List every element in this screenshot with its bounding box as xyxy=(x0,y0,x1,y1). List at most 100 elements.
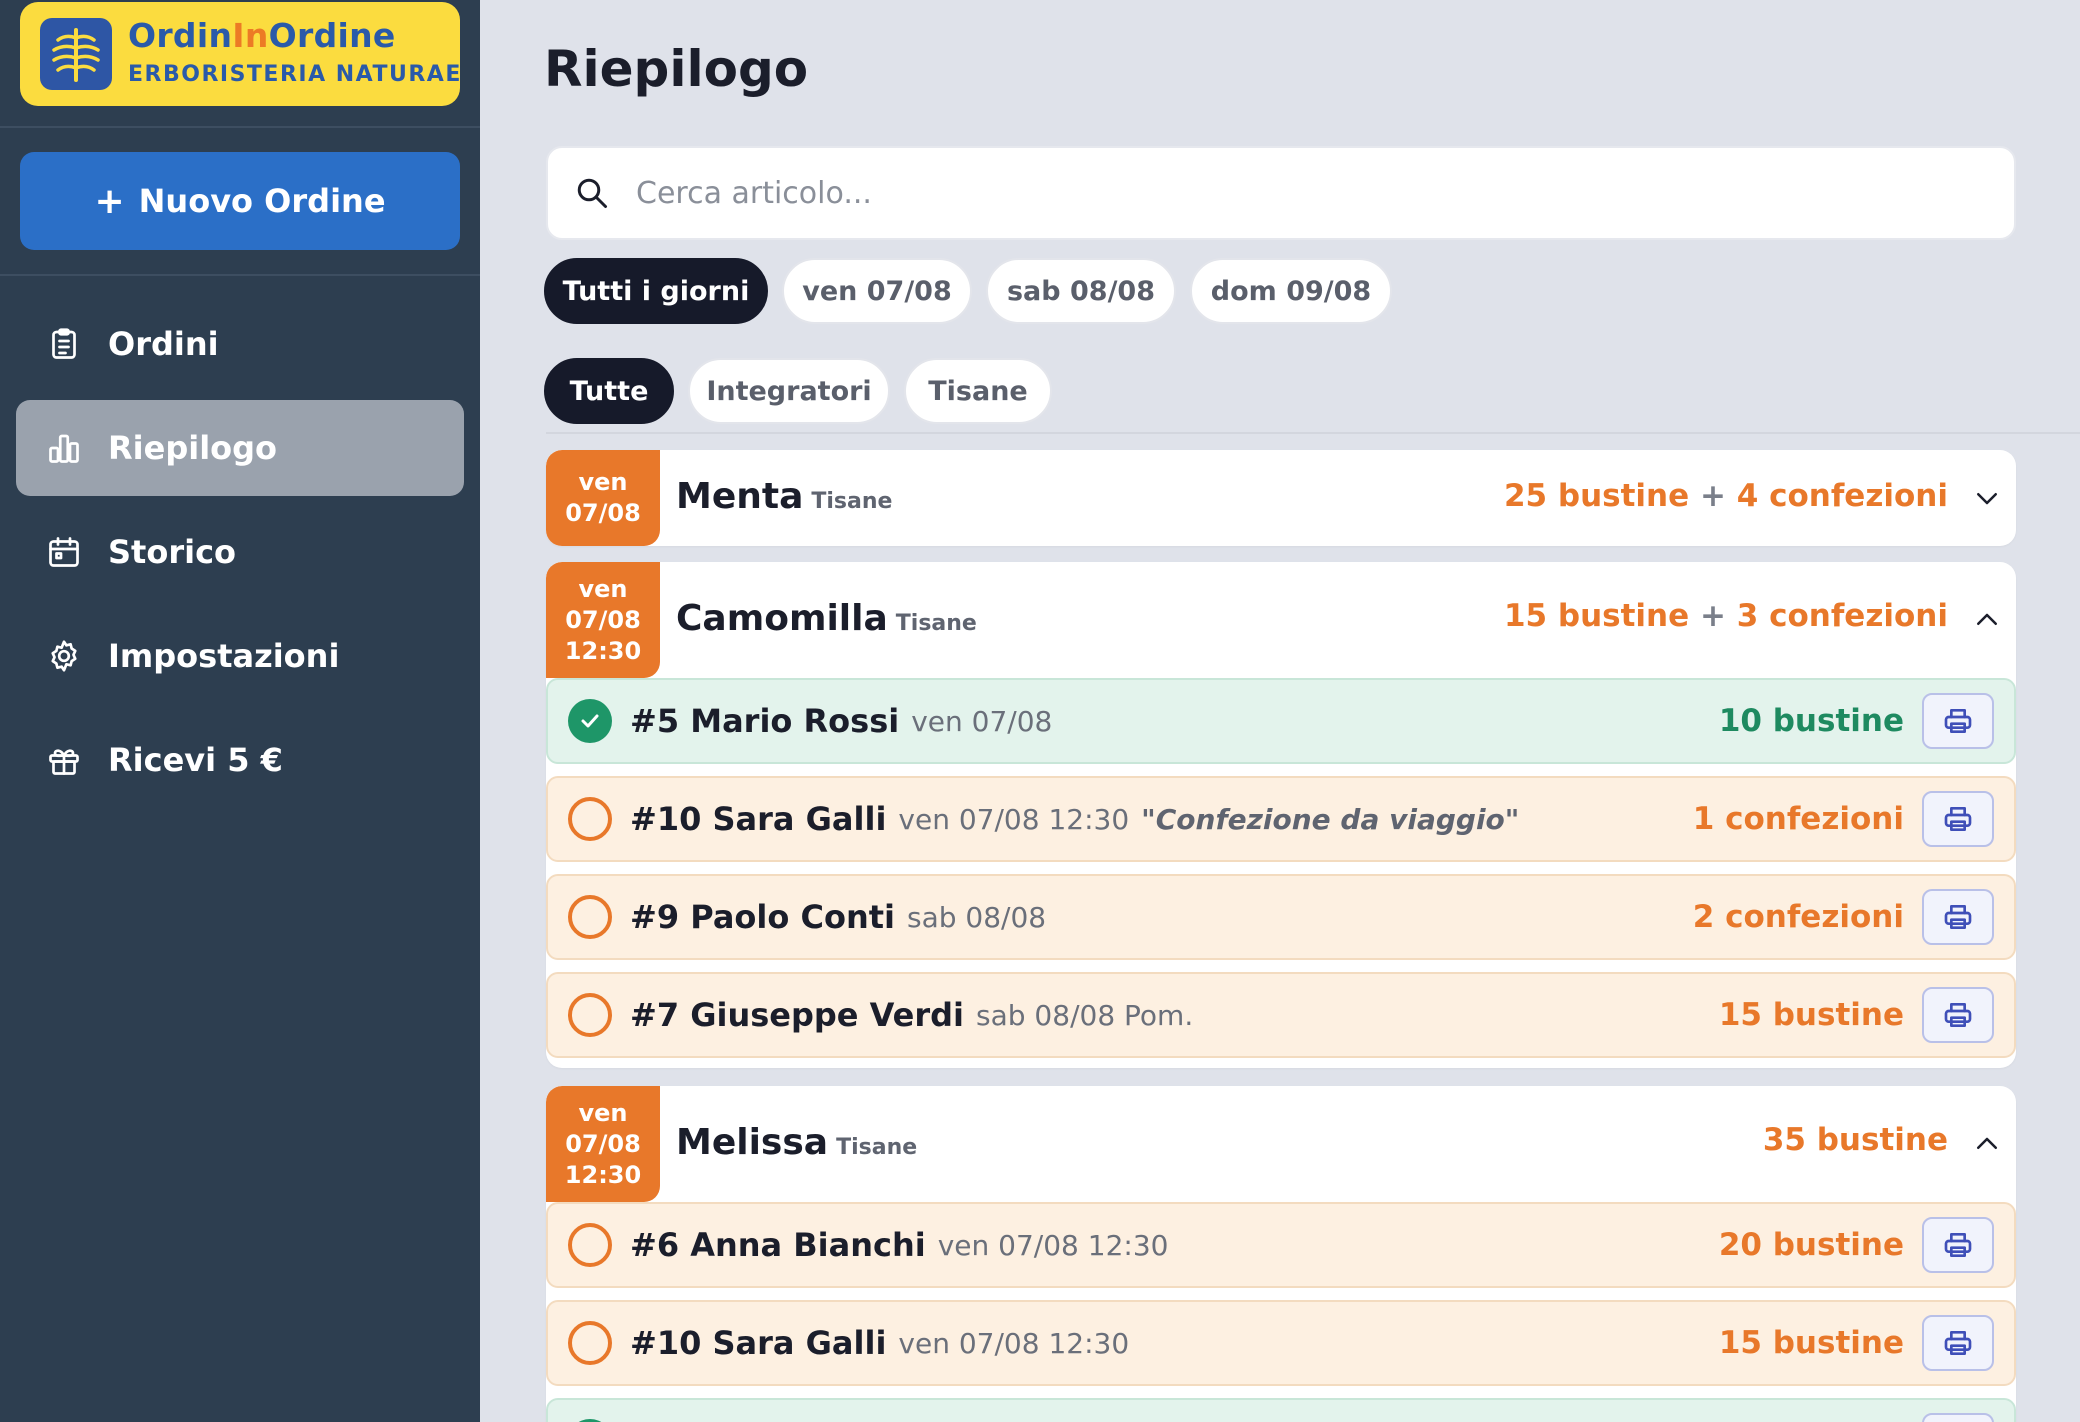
item-name: Melissa Tisane xyxy=(676,1122,918,1163)
brand-subtitle: ERBORISTERIA NATURAE xyxy=(128,62,462,87)
order-date: ven 07/08 12:30 xyxy=(898,1326,1130,1360)
day-badge-date: 07/08 xyxy=(565,605,641,634)
day-badge-day: ven xyxy=(578,1098,628,1127)
day-badge-time: 12:30 xyxy=(564,636,642,665)
order-quantity: 15 bustine xyxy=(1718,1325,1904,1361)
circle-icon[interactable] xyxy=(568,1223,612,1267)
sidebar-item-riepilogo[interactable]: Riepilogo xyxy=(16,400,464,496)
sidebar-item-label: Impostazioni xyxy=(108,637,340,675)
order-date: ven 07/08 xyxy=(911,704,1053,738)
order-id[interactable]: #10 Sara Galli xyxy=(630,1324,886,1362)
calendar-icon xyxy=(49,537,79,567)
chevron-up-icon[interactable] xyxy=(1972,605,2002,635)
print-button[interactable] xyxy=(1922,693,1994,749)
item-category: Tisane xyxy=(895,611,977,636)
order-date: ven 07/08 12:30 xyxy=(898,802,1130,836)
brand-header[interactable]: OrdinInOrdine ERBORISTERIA NATURAE xyxy=(20,2,460,106)
card-header[interactable]: ven 07/08 12:30 Melissa Tisane 35 bustine xyxy=(546,1086,2016,1202)
category-filter-tutte[interactable]: Tutte xyxy=(544,358,674,424)
order-id[interactable]: #5 Mario Rossi xyxy=(630,702,899,740)
order-row[interactable]: #9 Paolo Conti sab 08/08 2 confezioni xyxy=(546,874,2016,960)
order-quantity: 1 confezioni xyxy=(1692,801,1904,837)
day-badge-time: 12:30 xyxy=(564,1160,642,1189)
item-card-menta[interactable]: ven 07/08 Menta Tisane 25 bustine + 4 con… xyxy=(546,450,2016,546)
clipboard-icon xyxy=(52,328,76,359)
print-button[interactable] xyxy=(1922,1413,1994,1422)
order-row[interactable]: #10 Sara Galli ven 07/08 12:30 "Confezio… xyxy=(546,776,2016,862)
circle-icon[interactable] xyxy=(568,797,612,841)
order-row[interactable]: #7 Giuseppe Verdi sab 08/08 Pom. 15 bust… xyxy=(546,972,2016,1058)
sidebar: OrdinInOrdine ERBORISTERIA NATURAE + Nuo… xyxy=(0,0,480,1422)
item-card-melissa[interactable]: ven 07/08 12:30 Melissa Tisane 35 bustine… xyxy=(546,1086,2016,1422)
item-category: Tisane xyxy=(836,1135,918,1160)
order-row[interactable]: #10 Sara Galli ven 07/08 12:30 15 bustin… xyxy=(546,1300,2016,1386)
order-quantity: 10 bustine xyxy=(1718,703,1904,739)
printer-icon xyxy=(1944,807,1972,831)
circle-icon[interactable] xyxy=(568,993,612,1037)
day-badge: ven 07/08 xyxy=(546,450,660,546)
order-date: sab 08/08 Pom. xyxy=(976,998,1194,1032)
order-quantity: 2 confezioni xyxy=(1692,899,1904,935)
gift-icon xyxy=(49,749,79,775)
print-button[interactable] xyxy=(1922,1217,1994,1273)
sidebar-item-label: Riepilogo xyxy=(108,429,278,467)
sidebar-item-ricevi[interactable]: Ricevi 5 € xyxy=(16,712,464,808)
day-badge-day: ven xyxy=(578,574,628,603)
order-id[interactable]: #10 Sara Galli xyxy=(630,800,886,838)
leaf-logo-icon xyxy=(40,18,112,90)
order-id[interactable]: #6 Anna Bianchi xyxy=(630,1226,926,1264)
sidebar-item-label: Ordini xyxy=(108,325,219,363)
day-filter-ven[interactable]: ven 07/08 xyxy=(782,258,972,324)
sidebar-item-ordini[interactable]: Ordini xyxy=(16,296,464,392)
item-total: 35 bustine xyxy=(1762,1122,1948,1158)
filter-divider xyxy=(546,432,2080,434)
sidebar-item-label: Ricevi 5 € xyxy=(108,741,283,779)
order-note: "Confezione da viaggio" xyxy=(1141,802,1520,836)
gear-icon xyxy=(51,640,77,672)
day-filter-sab[interactable]: sab 08/08 xyxy=(986,258,1176,324)
new-order-label: Nuovo Ordine xyxy=(138,182,386,220)
chevron-up-icon[interactable] xyxy=(1972,1129,2002,1159)
item-card-camomilla[interactable]: ven 07/08 12:30 Camomilla Tisane 15 busti… xyxy=(546,562,2016,1068)
day-badge: ven 07/08 12:30 xyxy=(546,1086,660,1202)
order-row[interactable] xyxy=(546,1398,2016,1422)
order-quantity: 15 bustine xyxy=(1718,997,1904,1033)
print-button[interactable] xyxy=(1922,889,1994,945)
order-id[interactable]: #7 Giuseppe Verdi xyxy=(630,996,964,1034)
printer-icon xyxy=(1944,905,1972,929)
sidebar-item-storico[interactable]: Storico xyxy=(16,504,464,600)
new-order-button[interactable]: + Nuovo Ordine xyxy=(20,152,460,250)
day-filter-all[interactable]: Tutti i giorni xyxy=(544,258,768,324)
sidebar-divider xyxy=(0,274,480,276)
bar-chart-icon xyxy=(49,434,79,463)
category-filter-integratori[interactable]: Integratori xyxy=(688,358,890,424)
day-filter-dom[interactable]: dom 09/08 xyxy=(1190,258,1392,324)
page-title: Riepilogo xyxy=(544,40,809,98)
chevron-down-icon[interactable] xyxy=(1972,483,2002,513)
print-button[interactable] xyxy=(1922,1315,1994,1371)
print-button[interactable] xyxy=(1922,791,1994,847)
printer-icon xyxy=(1944,1233,1972,1257)
card-header[interactable]: ven 07/08 12:30 Camomilla Tisane 15 busti… xyxy=(546,562,2016,678)
circle-icon[interactable] xyxy=(568,895,612,939)
order-id[interactable]: #9 Paolo Conti xyxy=(630,898,895,936)
check-icon[interactable] xyxy=(568,699,612,743)
day-badge-date: 07/08 xyxy=(565,499,641,527)
printer-icon xyxy=(1944,709,1972,733)
item-category: Tisane xyxy=(811,489,893,514)
circle-icon[interactable] xyxy=(568,1321,612,1365)
card-header[interactable]: ven 07/08 Menta Tisane 25 bustine + 4 con… xyxy=(546,450,2016,546)
category-filter-tisane[interactable]: Tisane xyxy=(904,358,1052,424)
order-date: sab 08/08 xyxy=(907,900,1047,934)
search-input[interactable] xyxy=(636,175,1936,211)
print-button[interactable] xyxy=(1922,987,1994,1043)
sidebar-item-impostazioni[interactable]: Impostazioni xyxy=(16,608,464,704)
search-icon xyxy=(577,178,607,208)
item-total: 25 bustine + 4 confezioni xyxy=(1503,478,1948,514)
order-quantity: 20 bustine xyxy=(1718,1227,1904,1263)
order-row[interactable]: #5 Mario Rossi ven 07/08 10 bustine xyxy=(546,678,2016,764)
day-badge: ven 07/08 12:30 xyxy=(546,562,660,678)
order-row[interactable]: #6 Anna Bianchi ven 07/08 12:30 20 busti… xyxy=(546,1202,2016,1288)
search-box[interactable] xyxy=(546,146,2016,240)
day-badge-date: 07/08 xyxy=(565,1129,641,1158)
